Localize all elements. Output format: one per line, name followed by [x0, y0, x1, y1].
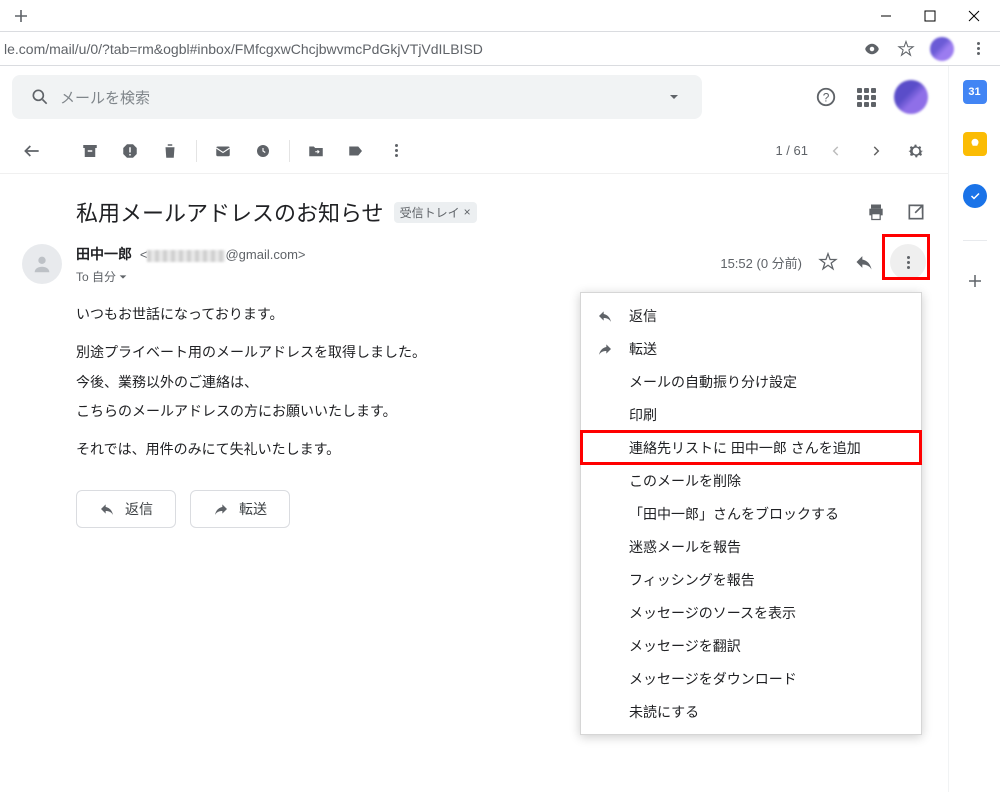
- mail-toolbar: 1 / 61: [0, 128, 948, 174]
- message-subject: 私用メールアドレスのお知らせ: [76, 196, 384, 228]
- menu-show-source[interactable]: メッセージのソースを表示: [581, 596, 921, 629]
- help-icon[interactable]: ?: [814, 85, 838, 109]
- move-to-icon[interactable]: [296, 133, 336, 169]
- redacted-email: [147, 250, 225, 262]
- window-maximize-button[interactable]: [908, 1, 952, 31]
- open-new-window-icon[interactable]: [906, 202, 926, 222]
- address-bar[interactable]: le.com/mail/u/0/?tab=rm&ogbl#inbox/FMfcg…: [0, 41, 850, 57]
- tasks-addon-icon[interactable]: [963, 184, 987, 208]
- account-avatar[interactable]: [894, 80, 928, 114]
- inbox-label-chip[interactable]: 受信トレイ ×: [394, 202, 477, 223]
- menu-reply[interactable]: 返信: [581, 299, 921, 332]
- snooze-icon[interactable]: [243, 133, 283, 169]
- sender-name: 田中一郎: [76, 246, 132, 262]
- archive-icon[interactable]: [70, 133, 110, 169]
- forward-arrow-icon: [597, 341, 613, 357]
- menu-print[interactable]: 印刷: [581, 398, 921, 431]
- window-close-button[interactable]: [952, 1, 996, 31]
- prev-message-icon[interactable]: [816, 133, 856, 169]
- keep-addon-icon[interactable]: [963, 132, 987, 156]
- inbox-label-text: 受信トレイ: [400, 204, 460, 221]
- reply-icon[interactable]: [854, 252, 874, 272]
- message-counter: 1 / 61: [775, 143, 808, 158]
- back-icon[interactable]: [12, 133, 52, 169]
- sender-avatar: [22, 244, 62, 284]
- side-panel: 31: [948, 66, 1000, 792]
- search-placeholder: メールを検索: [60, 87, 654, 108]
- message-time: 15:52 (0 分前): [720, 253, 802, 272]
- menu-download[interactable]: メッセージをダウンロード: [581, 662, 921, 695]
- forward-button[interactable]: 転送: [190, 490, 290, 528]
- menu-filter[interactable]: メールの自動振り分け設定: [581, 365, 921, 398]
- search-box[interactable]: メールを検索: [12, 75, 702, 119]
- labels-icon[interactable]: [336, 133, 376, 169]
- bookmark-star-icon[interactable]: [896, 39, 916, 59]
- menu-forward[interactable]: 転送: [581, 332, 921, 365]
- message-more-button[interactable]: [890, 244, 926, 280]
- menu-delete[interactable]: このメールを削除: [581, 464, 921, 497]
- new-tab-button[interactable]: [6, 1, 36, 31]
- calendar-addon-icon[interactable]: 31: [963, 80, 987, 104]
- search-options-icon[interactable]: [654, 91, 694, 103]
- delete-icon[interactable]: [150, 133, 190, 169]
- browser-menu-button[interactable]: [968, 39, 988, 59]
- reply-button[interactable]: 返信: [76, 490, 176, 528]
- svg-text:?: ?: [823, 91, 830, 105]
- menu-report-phish[interactable]: フィッシングを報告: [581, 563, 921, 596]
- menu-translate[interactable]: メッセージを翻訳: [581, 629, 921, 662]
- recipient-line[interactable]: To 自分: [76, 268, 306, 285]
- star-icon[interactable]: [818, 252, 838, 272]
- spam-icon[interactable]: [110, 133, 150, 169]
- eye-icon[interactable]: [862, 39, 882, 59]
- menu-add-contact[interactable]: 連絡先リストに 田中一郎 さんを追加: [581, 431, 921, 464]
- search-icon: [20, 87, 60, 107]
- sender-email: <@gmail.com>: [140, 247, 306, 262]
- settings-gear-icon[interactable]: [896, 133, 936, 169]
- mark-unread-icon[interactable]: [203, 133, 243, 169]
- browser-profile-avatar[interactable]: [930, 37, 954, 61]
- more-icon[interactable]: [376, 133, 416, 169]
- reply-arrow-icon: [597, 308, 613, 324]
- forward-arrow-icon: [213, 501, 229, 517]
- menu-mark-unread[interactable]: 未読にする: [581, 695, 921, 728]
- remove-label-icon[interactable]: ×: [464, 205, 471, 219]
- menu-report-spam[interactable]: 迷惑メールを報告: [581, 530, 921, 563]
- window-minimize-button[interactable]: [864, 1, 908, 31]
- menu-block[interactable]: 「田中一郎」さんをブロックする: [581, 497, 921, 530]
- next-message-icon[interactable]: [856, 133, 896, 169]
- print-icon[interactable]: [866, 202, 886, 222]
- reply-arrow-icon: [99, 501, 115, 517]
- message-context-menu: 返信 転送 メールの自動振り分け設定 印刷 連絡先リストに 田中一郎 さんを追加…: [580, 292, 922, 735]
- add-addon-icon[interactable]: [963, 269, 987, 293]
- apps-grid-icon[interactable]: [854, 85, 878, 109]
